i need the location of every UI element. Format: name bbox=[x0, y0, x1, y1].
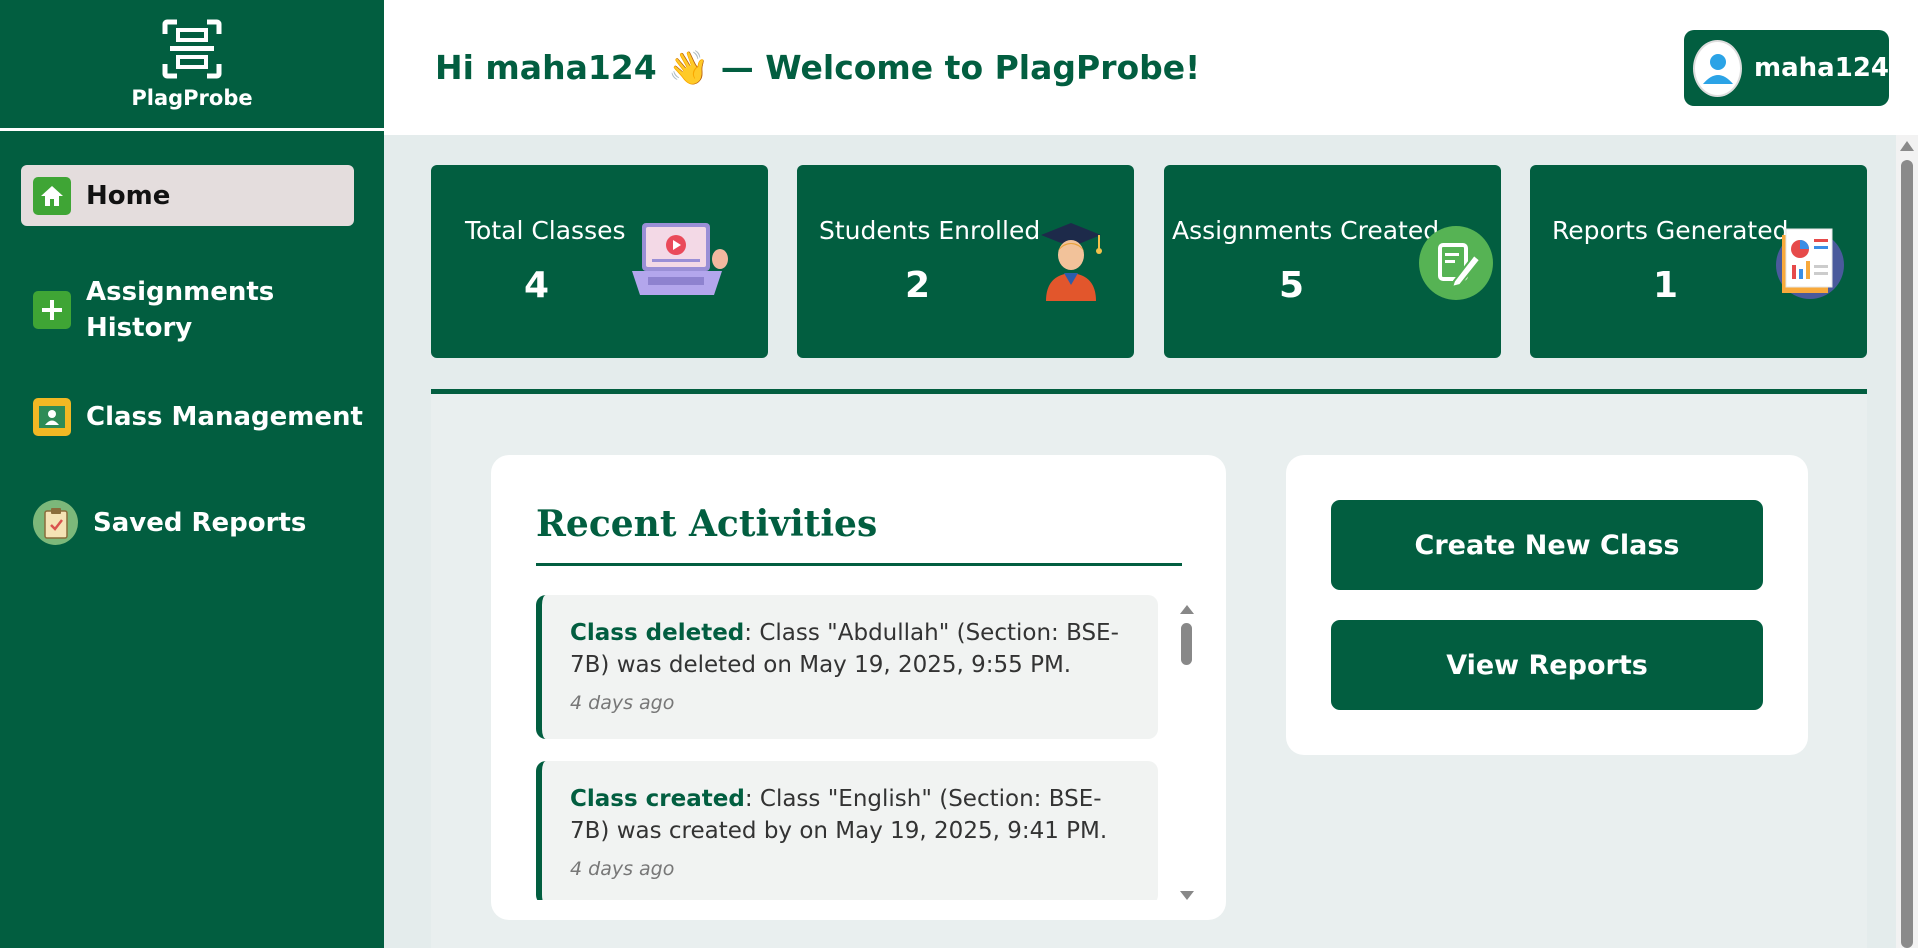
stat-card-reports-generated: Reports Generated 1 bbox=[1530, 165, 1867, 358]
scan-document-icon bbox=[162, 19, 222, 79]
sidebar-item-label: Home bbox=[86, 180, 171, 211]
page-scrollbar[interactable] bbox=[1896, 135, 1918, 948]
scroll-up-icon[interactable] bbox=[1900, 141, 1914, 151]
activity-type: Class deleted bbox=[570, 620, 745, 646]
recent-activities-title: Recent Activities bbox=[536, 503, 878, 545]
stat-card-total-classes: Total Classes 4 bbox=[431, 165, 768, 358]
activity-scrollbar[interactable] bbox=[1178, 605, 1194, 900]
app-root: PlagProbe Home Assignments History Class… bbox=[0, 0, 1918, 948]
report-chart-icon bbox=[1776, 228, 1844, 299]
plus-icon bbox=[33, 291, 71, 329]
stat-value: 4 bbox=[524, 265, 550, 306]
home-icon bbox=[33, 176, 71, 215]
user-profile-button[interactable]: maha124 bbox=[1684, 30, 1889, 106]
sidebar-item-label: Assignments History bbox=[86, 274, 274, 346]
avatar bbox=[1693, 39, 1743, 97]
activity-type: Class created bbox=[570, 786, 745, 812]
label-line-1: Assignments bbox=[86, 277, 275, 307]
sidebar-item-saved-reports[interactable]: Saved Reports bbox=[33, 500, 384, 545]
edit-document-icon bbox=[1419, 226, 1493, 300]
dashboard-main: Total Classes 4 Students Enrolled 2 Assi… bbox=[384, 135, 1896, 948]
stat-label: Assignments Created bbox=[1172, 216, 1440, 245]
clipboard-icon bbox=[33, 500, 78, 545]
sidebar-item-home[interactable]: Home bbox=[21, 165, 354, 226]
sidebar-item-class-management[interactable]: Class Management bbox=[33, 398, 384, 436]
scroll-up-icon[interactable] bbox=[1180, 605, 1194, 614]
sidebar: PlagProbe Home Assignments History Class… bbox=[0, 0, 384, 948]
stat-label: Reports Generated bbox=[1552, 216, 1789, 245]
stat-card-students-enrolled: Students Enrolled 2 bbox=[797, 165, 1134, 358]
label-line-2: History bbox=[86, 313, 193, 343]
user-icon bbox=[1702, 54, 1733, 84]
stat-card-assignments-created: Assignments Created 5 bbox=[1164, 165, 1501, 358]
stat-value: 2 bbox=[905, 265, 931, 306]
laptop-video-icon bbox=[632, 223, 728, 295]
stat-value: 5 bbox=[1279, 265, 1305, 306]
classroom-board-icon bbox=[33, 398, 71, 436]
brand-name: PlagProbe bbox=[131, 86, 253, 110]
top-header: Hi maha124 👋 — Welcome to PlagProbe! mah… bbox=[384, 0, 1918, 135]
view-reports-button[interactable]: View Reports bbox=[1331, 620, 1763, 710]
activity-time: 4 days ago bbox=[570, 858, 675, 880]
recent-activities-card: Recent Activities Class deleted: Class "… bbox=[491, 455, 1226, 920]
sidebar-nav: Home Assignments History Class Managemen… bbox=[0, 131, 384, 545]
scroll-thumb[interactable] bbox=[1901, 160, 1913, 948]
activity-time: 4 days ago bbox=[570, 692, 675, 714]
create-new-class-button[interactable]: Create New Class bbox=[1331, 500, 1763, 590]
welcome-greeting: Hi maha124 👋 — Welcome to PlagProbe! bbox=[435, 48, 1201, 87]
scroll-thumb[interactable] bbox=[1181, 623, 1192, 665]
activity-item: Class created: Class "English" (Section:… bbox=[536, 761, 1158, 900]
activity-list[interactable]: Class deleted: Class "Abdullah" (Section… bbox=[536, 595, 1158, 900]
sidebar-item-label: Saved Reports bbox=[93, 507, 307, 538]
user-name: maha124 bbox=[1754, 53, 1889, 83]
sidebar-item-label: Class Management bbox=[86, 402, 363, 432]
sidebar-item-assignments-history[interactable]: Assignments History bbox=[33, 274, 384, 346]
title-underline bbox=[536, 563, 1182, 566]
quick-actions-card: Create New Class View Reports bbox=[1286, 455, 1808, 755]
stat-value: 1 bbox=[1653, 265, 1679, 306]
scroll-down-icon[interactable] bbox=[1180, 891, 1194, 900]
stat-label: Students Enrolled bbox=[819, 216, 1041, 245]
graduate-student-icon bbox=[1041, 223, 1102, 301]
brand[interactable]: PlagProbe bbox=[0, 0, 384, 131]
stat-label: Total Classes bbox=[465, 216, 626, 245]
activity-item: Class deleted: Class "Abdullah" (Section… bbox=[536, 595, 1158, 739]
